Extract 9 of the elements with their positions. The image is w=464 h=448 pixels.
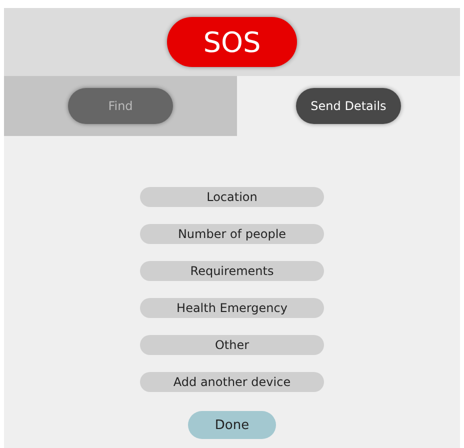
option-button[interactable]: Add another device: [140, 372, 324, 392]
option-button[interactable]: Number of people: [140, 224, 324, 244]
done-button[interactable]: Done: [188, 411, 276, 439]
option-button[interactable]: Requirements: [140, 261, 324, 281]
option-button[interactable]: Location: [140, 187, 324, 207]
tab[interactable]: Send Details: [296, 88, 401, 124]
sos-button[interactable]: SOS: [167, 17, 297, 67]
option-button[interactable]: Health Emergency: [140, 298, 324, 318]
option-button[interactable]: Other: [140, 335, 324, 355]
